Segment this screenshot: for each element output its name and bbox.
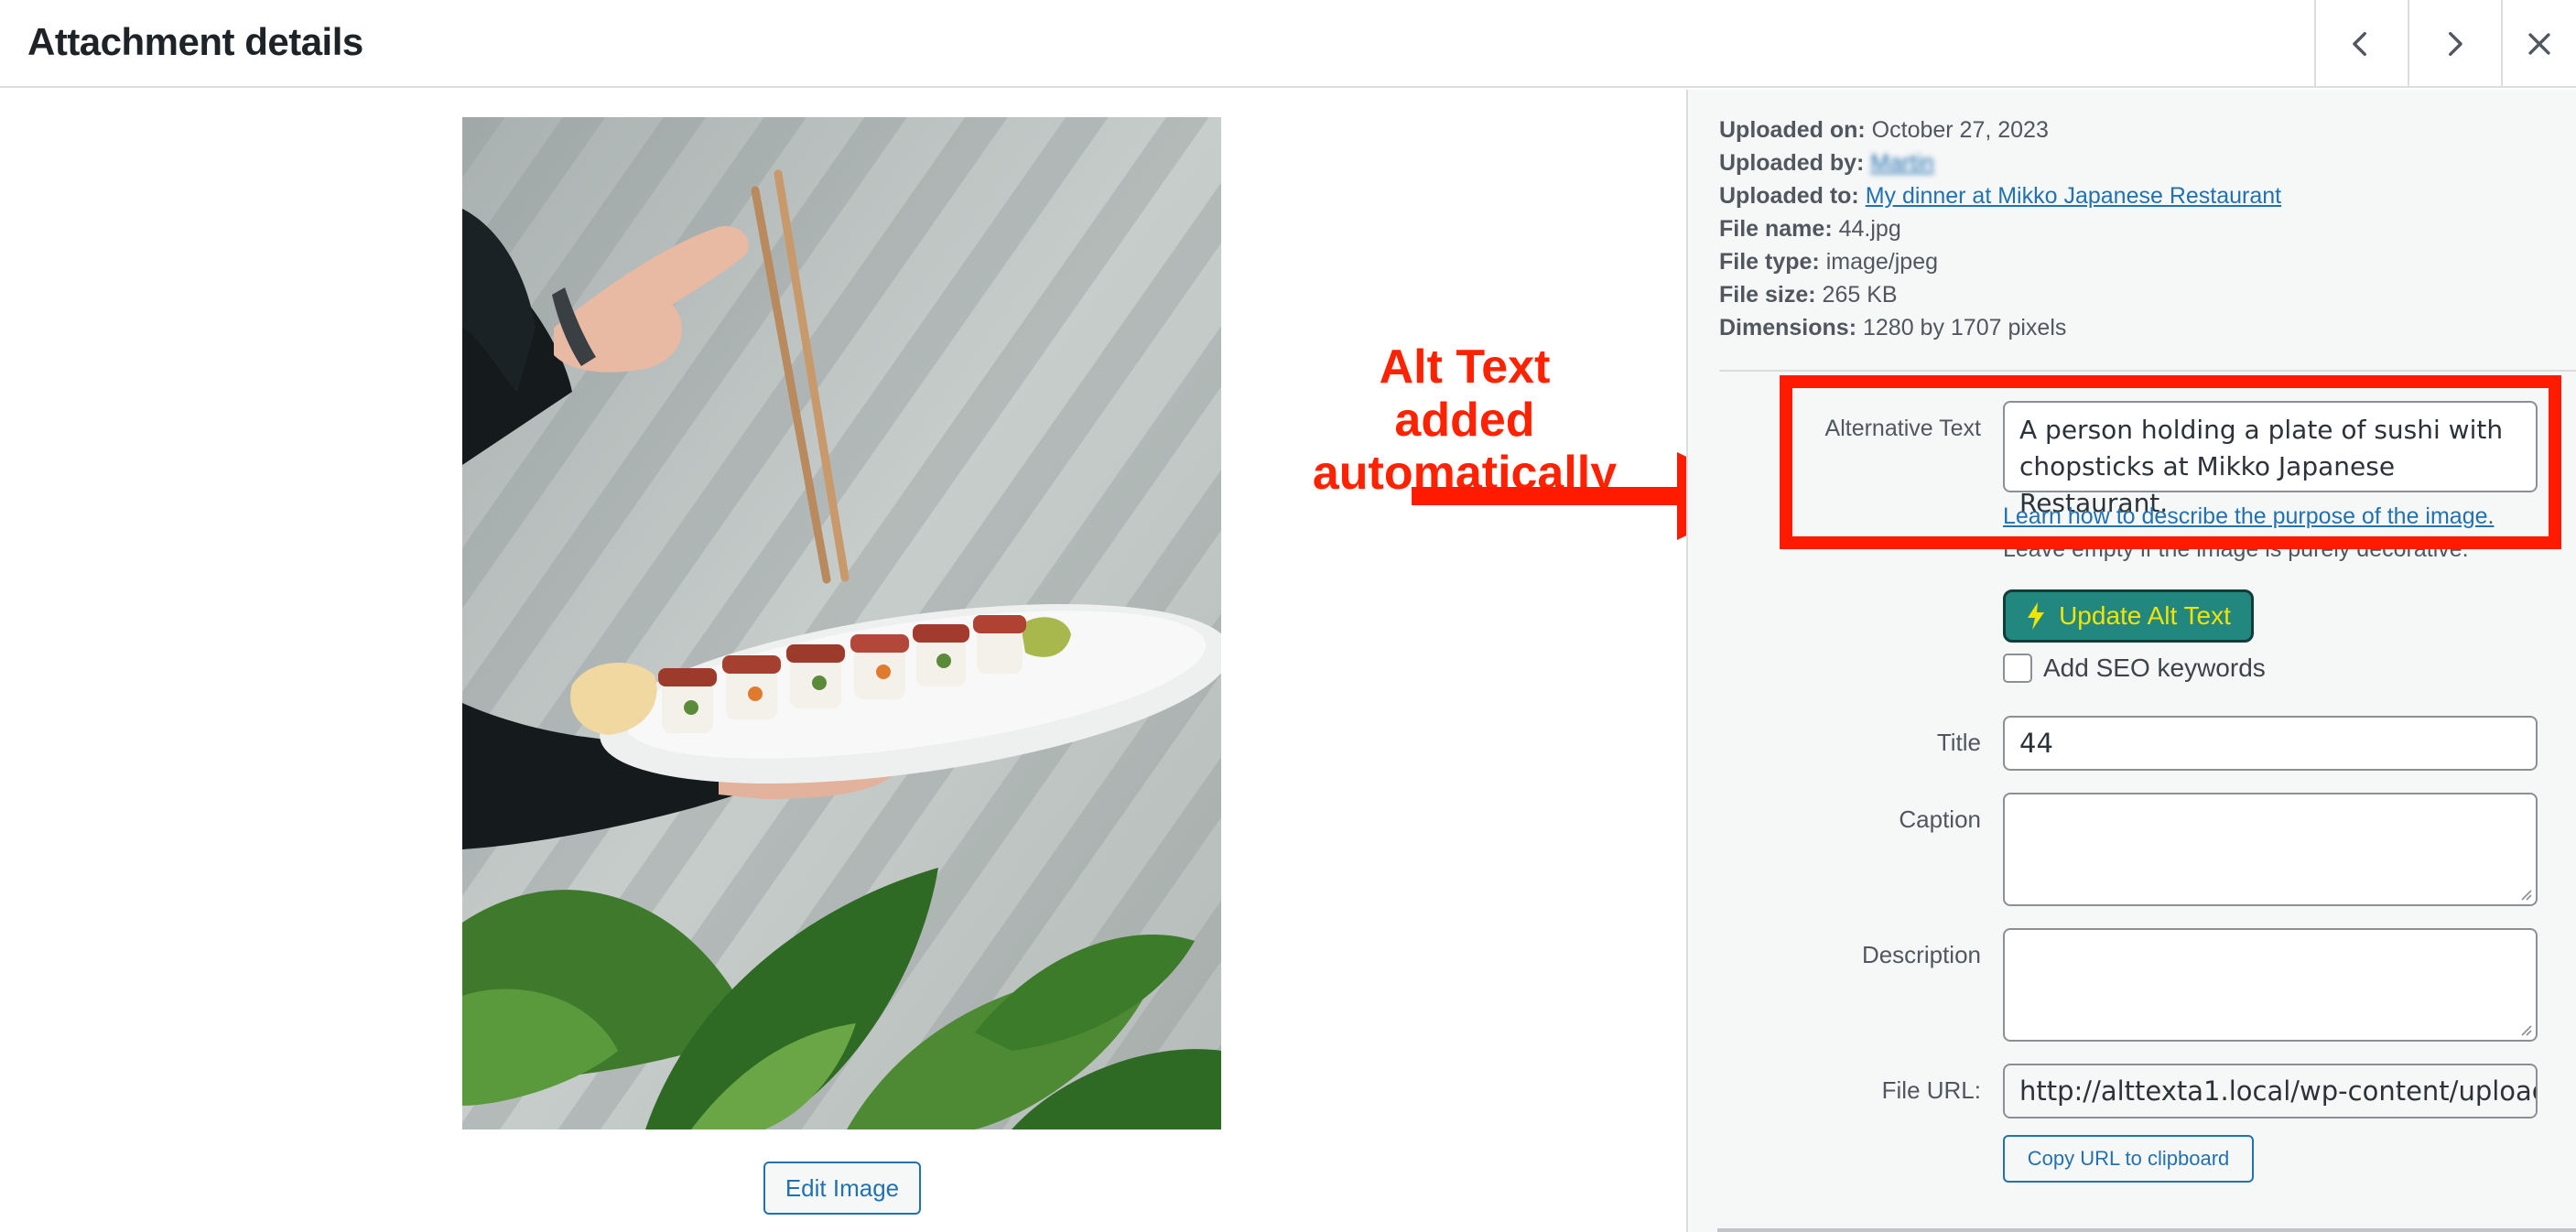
uploaded-to-row: Uploaded to: My dinner at Mikko Japanese… — [1719, 183, 2282, 209]
seo-keywords-row: Add SEO keywords — [2003, 654, 2266, 683]
description-textarea[interactable] — [2003, 928, 2538, 1042]
previous-button[interactable] — [2314, 0, 2406, 88]
edit-image-button[interactable]: Edit Image — [763, 1162, 921, 1215]
update-alt-text-label: Update Alt Text — [2059, 601, 2231, 630]
caption-textarea[interactable] — [2003, 793, 2538, 906]
modal-header: Attachment details — [0, 0, 2576, 88]
media-preview-panel: Edit Image — [0, 90, 1686, 1232]
annotation-line-1: Alt Text — [1379, 340, 1551, 394]
resize-handle-icon[interactable] — [2519, 1023, 2532, 1036]
resize-handle-icon[interactable] — [2519, 888, 2532, 901]
file-name-row: File name: 44.jpg — [1719, 216, 1901, 242]
description-label: Description — [1861, 941, 1981, 968]
close-button[interactable] — [2501, 0, 2576, 88]
chevron-left-icon — [2353, 31, 2366, 57]
update-alt-text-button[interactable]: Update Alt Text — [2003, 589, 2254, 643]
page-title: Attachment details — [27, 20, 363, 63]
uploaded-by-link[interactable]: Martin — [1870, 150, 1933, 176]
file-type-row: File type: image/jpeg — [1719, 249, 1939, 275]
attachment-details-panel: Uploaded on: October 27, 2023 Uploaded b… — [1686, 90, 2576, 1232]
seo-keywords-label: Add SEO keywords — [2043, 654, 2266, 682]
divider — [1719, 370, 2576, 372]
divider — [1717, 1228, 2576, 1232]
uploaded-to-link[interactable]: My dinner at Mikko Japanese Restaurant — [1866, 183, 2281, 209]
file-metadata: Uploaded on: October 27, 2023 Uploaded b… — [1719, 113, 2281, 344]
caption-label: Caption — [1899, 805, 1981, 833]
annotation-highlight-box — [1780, 375, 2561, 549]
dimensions-row: Dimensions: 1280 by 1707 pixels — [1719, 315, 2067, 340]
file-url-label: File URL: — [1881, 1076, 1981, 1104]
lightning-icon — [2028, 602, 2045, 630]
seo-keywords-checkbox[interactable] — [2003, 654, 2032, 683]
file-url-input[interactable]: http://alttexta1.local/wp-content/upload… — [2003, 1064, 2538, 1119]
uploaded-by-row: Uploaded by: Martin — [1719, 150, 1934, 176]
next-button[interactable] — [2408, 0, 2499, 88]
uploaded-on-row: Uploaded on: October 27, 2023 — [1719, 117, 2049, 143]
title-input[interactable]: 44 — [2003, 716, 2538, 771]
title-label: Title — [1936, 729, 1981, 756]
copy-url-button[interactable]: Copy URL to clipboard — [2003, 1135, 2254, 1183]
attachment-image — [462, 117, 1221, 1129]
chevron-right-icon — [2449, 31, 2462, 57]
file-size-row: File size: 265 KB — [1719, 282, 1898, 308]
close-icon — [2528, 33, 2550, 55]
